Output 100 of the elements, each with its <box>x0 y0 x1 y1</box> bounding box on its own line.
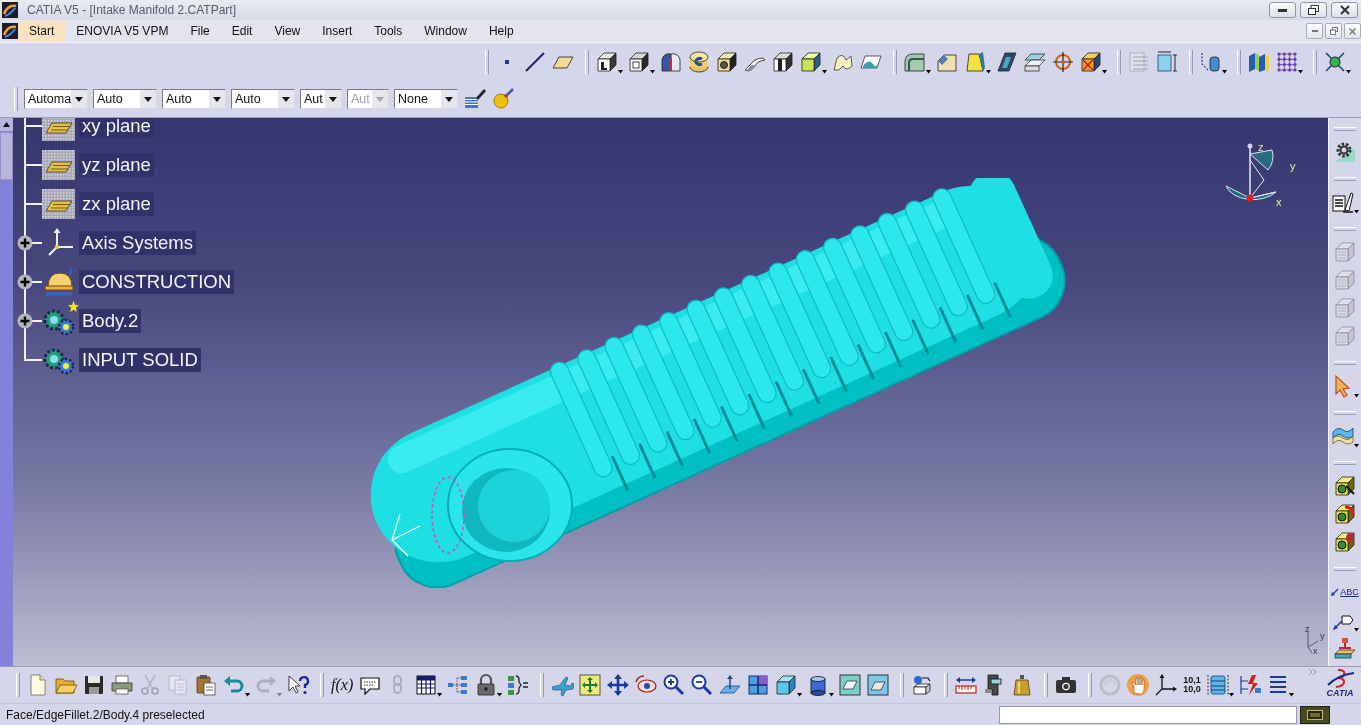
restore-button[interactable] <box>1300 2 1327 18</box>
status-button[interactable] <box>1300 705 1330 724</box>
tree-item-label[interactable]: Body.2 <box>79 308 142 333</box>
dot-grid-icon[interactable] <box>1275 49 1303 74</box>
plane-icon <box>42 149 75 180</box>
framed-plane-icon[interactable] <box>866 673 891 697</box>
clipboard-icon[interactable] <box>194 673 218 697</box>
tree-item-label[interactable]: xy plane <box>79 118 154 138</box>
tree-item-label[interactable]: CONSTRUCTION <box>79 269 235 294</box>
cube-icon[interactable] <box>774 673 803 697</box>
table-grid-icon[interactable] <box>414 673 443 697</box>
minimize-icon <box>1278 8 1287 12</box>
window-icon <box>1307 709 1323 720</box>
brush-icon[interactable] <box>463 86 487 111</box>
fit-frame-icon[interactable] <box>578 673 603 697</box>
axis-label: y <box>1290 160 1296 172</box>
axis-label: x <box>1313 646 1318 656</box>
caret-icon <box>278 89 294 108</box>
dropdown[interactable]: Auto <box>93 88 157 109</box>
dropdown[interactable]: None <box>394 88 458 109</box>
menu-item[interactable]: Edit <box>220 20 264 42</box>
menu-item[interactable]: Start <box>18 20 66 42</box>
menu-item[interactable]: Insert <box>311 20 364 42</box>
tree-item-label[interactable]: zx plane <box>79 191 154 216</box>
pencil-sheet-icon[interactable] <box>1331 190 1359 214</box>
annotation-button[interactable]: ABC <box>1330 580 1360 604</box>
menu-item[interactable]: ENOVIA V5 VPM <box>65 20 180 42</box>
plane-arrow-icon[interactable] <box>718 673 743 697</box>
menu-item[interactable]: View <box>263 20 312 42</box>
hollow-block-icon[interactable] <box>627 49 655 74</box>
scroll-up-icon[interactable] <box>0 118 13 131</box>
minimize-button[interactable] <box>1269 2 1296 18</box>
logo-mark-icon <box>1326 669 1356 689</box>
tree-item-label[interactable]: INPUT SOLID <box>79 347 201 372</box>
dropdown[interactable]: Automa <box>24 88 88 109</box>
menu-item[interactable]: Tools <box>363 20 414 42</box>
c-ring-icon[interactable] <box>687 49 711 74</box>
restore-icon <box>1329 27 1338 35</box>
ring-block-icon[interactable] <box>1333 474 1357 498</box>
axis-label: z <box>1258 141 1264 153</box>
crossed-block-icon[interactable] <box>1079 49 1107 74</box>
scrollbar-thumb[interactable] <box>0 132 13 180</box>
framed-plane-icon[interactable] <box>838 673 863 697</box>
ring-block-leaf-icon[interactable] <box>1333 530 1357 554</box>
close-icon <box>1339 5 1350 15</box>
dropdown[interactable]: Auto <box>162 88 226 109</box>
line-icon[interactable] <box>523 49 547 74</box>
brace-list-icon[interactable] <box>506 673 531 697</box>
four-panes-icon[interactable] <box>746 673 771 697</box>
zoom-out-icon[interactable] <box>690 673 715 697</box>
ring-block-arc-icon[interactable] <box>1333 502 1357 526</box>
bolt-lines-icon[interactable] <box>1237 673 1262 697</box>
formula-button[interactable]: f(x) <box>330 673 355 697</box>
hollow-shell-icon[interactable] <box>995 49 1019 74</box>
extruded-block-icon[interactable] <box>595 49 623 74</box>
restore-icon <box>1308 5 1319 15</box>
move-arrows-icon[interactable] <box>606 673 631 697</box>
hardhat-icon <box>42 266 75 297</box>
close-button[interactable] <box>1331 2 1358 18</box>
gear-icon[interactable] <box>1333 140 1357 164</box>
expand-icon[interactable] <box>17 273 33 290</box>
axis-icon[interactable] <box>1154 673 1179 697</box>
caret-icon <box>140 89 156 108</box>
menu-item[interactable]: Window <box>413 20 478 42</box>
app-icon <box>2 23 18 39</box>
zoom-in-icon[interactable] <box>662 673 687 697</box>
app-icon <box>2 2 18 18</box>
notched-block-icon[interactable] <box>771 49 795 74</box>
coordinates-button[interactable]: 10,1 10,0 <box>1182 673 1202 697</box>
layered-box-icon[interactable] <box>1205 673 1234 697</box>
window-title: CATIA V5 - [Intake Manifold 2.CATPart] <box>27 3 236 17</box>
command-input-field[interactable] <box>999 705 1297 724</box>
logo-text: CATIA <box>1326 689 1355 699</box>
paint-ball-icon[interactable] <box>491 86 515 111</box>
stamp-icon[interactable] <box>1333 636 1357 660</box>
tree-item-label[interactable]: Axis Systems <box>79 230 197 255</box>
point-icon[interactable] <box>504 58 510 65</box>
leader-arrow-icon <box>1331 588 1340 596</box>
padlock-icon[interactable] <box>474 673 503 697</box>
dimensioned-box-icon[interactable] <box>1155 49 1179 74</box>
printer-icon[interactable] <box>110 673 134 697</box>
dropdown[interactable]: Aut <box>300 88 342 109</box>
axis-label: z <box>1305 625 1310 634</box>
crosshair-icon[interactable] <box>1051 49 1075 74</box>
expand-icon[interactable] <box>17 234 33 251</box>
expand-icon[interactable] <box>17 312 33 329</box>
menu-item[interactable]: Help <box>477 20 525 42</box>
help-pointer-icon[interactable] <box>286 673 310 697</box>
close-icon <box>1349 27 1356 35</box>
dropdown[interactable]: Auto <box>231 88 295 109</box>
hole-block-icon[interactable] <box>715 49 739 74</box>
minimize-icon <box>1311 30 1318 32</box>
cube-icon[interactable] <box>799 49 827 74</box>
menu-item[interactable]: File <box>179 20 221 42</box>
caret-icon <box>71 89 87 108</box>
node-cross-icon[interactable] <box>1323 49 1351 74</box>
status-message: Face/EdgeFillet.2/Body.4 preselected <box>6 707 205 722</box>
tapered-block-icon[interactable] <box>963 49 991 74</box>
plane-icon <box>42 118 75 141</box>
tree-item-label[interactable]: yz plane <box>79 152 154 177</box>
